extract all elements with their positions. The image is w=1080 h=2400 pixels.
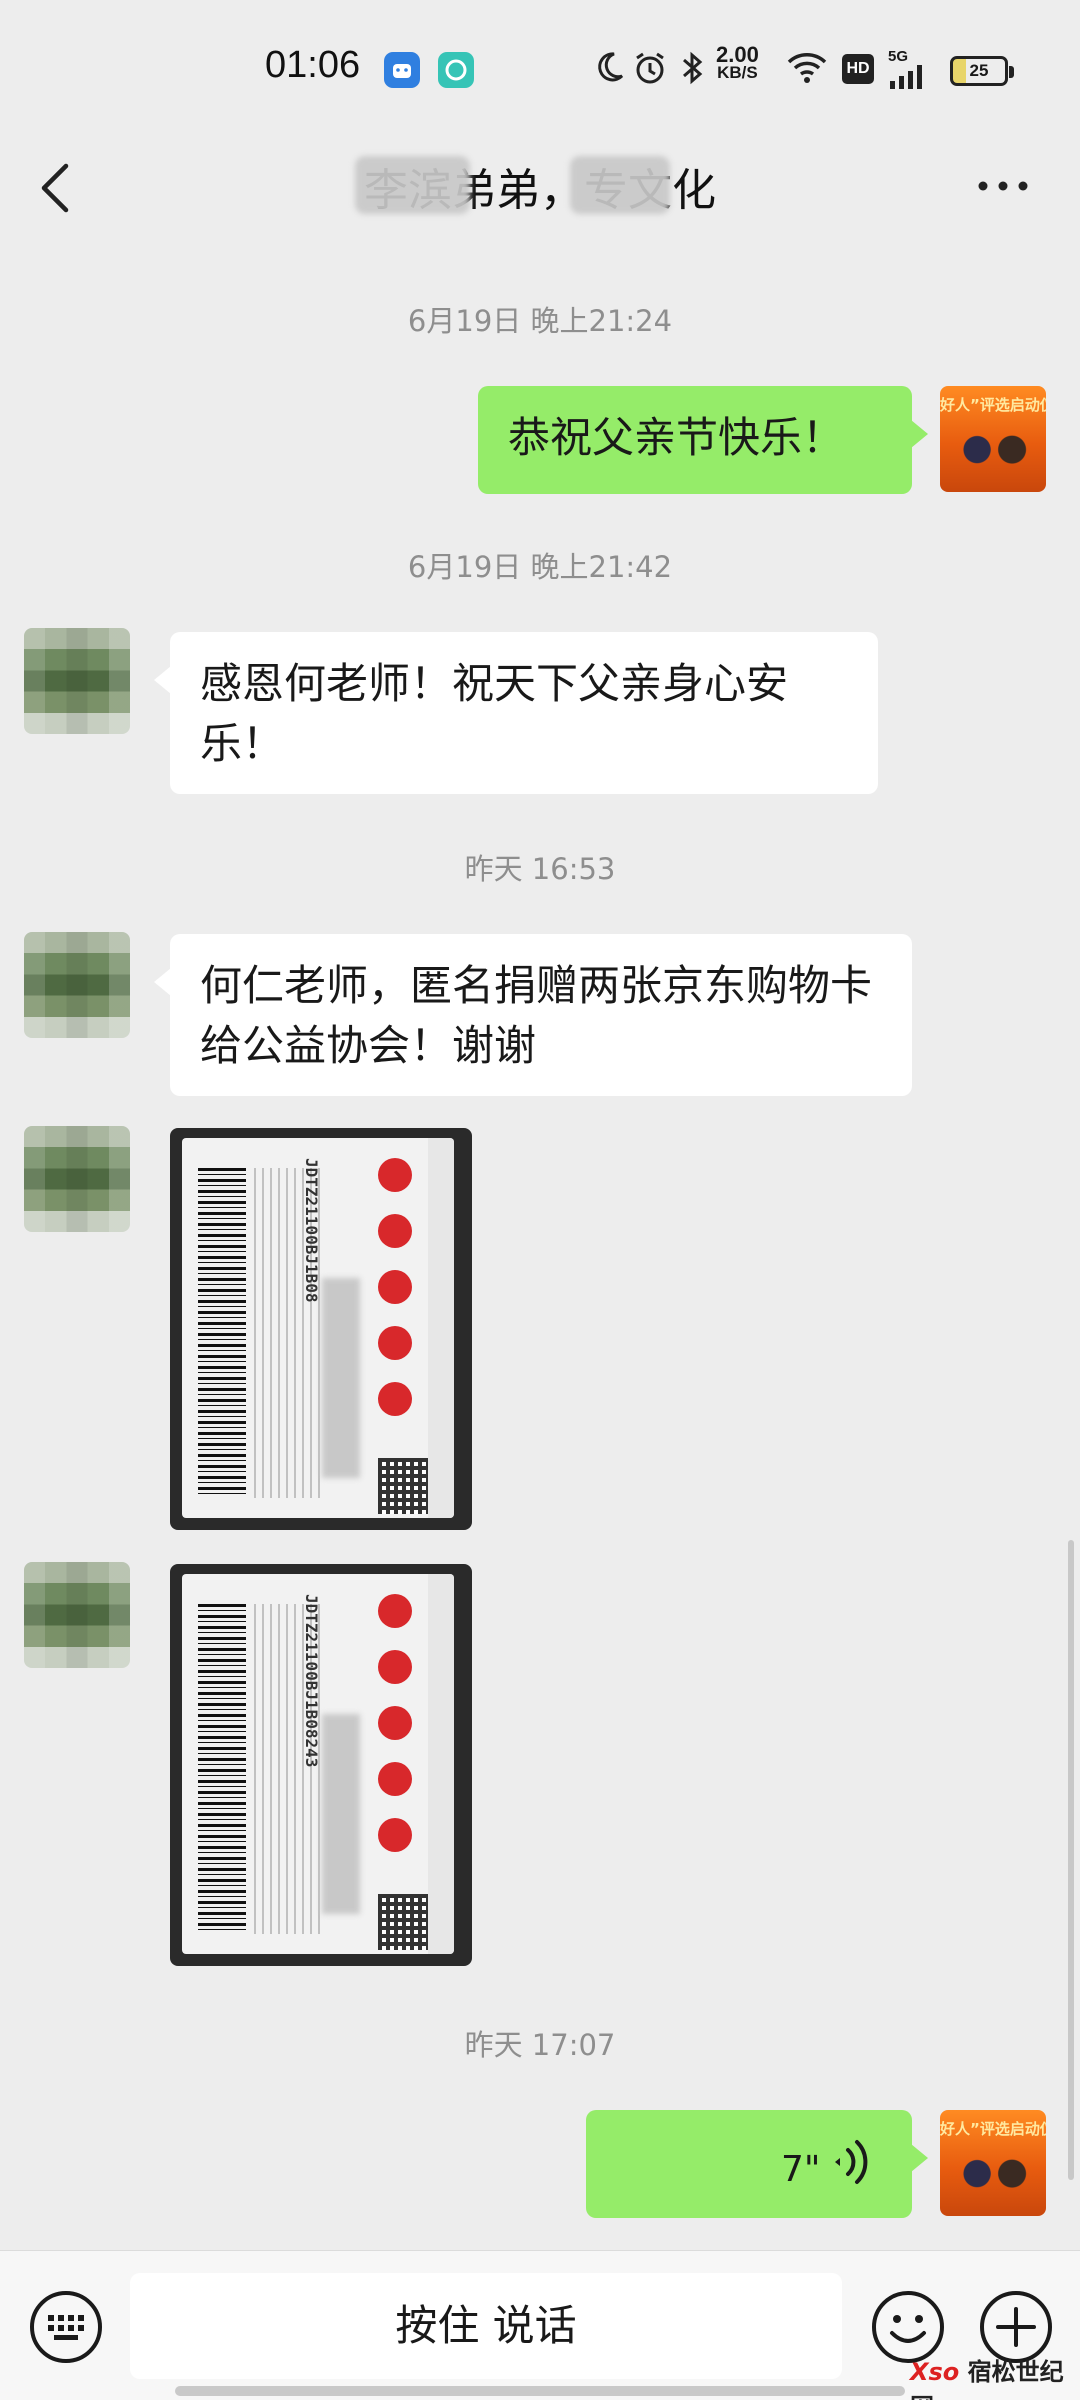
avatar-friend[interactable] xyxy=(24,1562,130,1668)
signal-icon: 5G xyxy=(888,48,928,93)
message-text: 何仁老师，匿名捐赠两张京东购物卡给公益协会！谢谢 xyxy=(200,961,873,1070)
image-message-gift-card[interactable]: JDTZ21100BJ1B08 xyxy=(170,1128,472,1530)
site-watermark: Xso 宿松世纪网 xyxy=(910,2352,1080,2400)
barcode xyxy=(198,1168,246,1498)
keyboard-icon xyxy=(30,2291,102,2363)
hold-to-talk-button[interactable]: 按住 说话 xyxy=(130,2273,842,2379)
chat-header: 李滨弟弟，专文化 xyxy=(0,140,1080,245)
more-dots-icon xyxy=(978,181,1028,191)
message-text: 感恩何老师！祝天下父亲身心安乐！ xyxy=(200,659,789,768)
card-number: JDTZ21100BJ1B08243 xyxy=(302,1594,321,1768)
battery-level: 25 xyxy=(969,61,989,80)
barcode xyxy=(198,1604,246,1934)
chat-title: 李滨弟弟，专文化 xyxy=(364,165,716,216)
avatar-friend[interactable] xyxy=(24,932,130,1038)
moon-icon xyxy=(592,50,626,88)
more-options-button[interactable] xyxy=(975,166,1031,206)
hd-icon: HD xyxy=(842,54,874,84)
alarm-icon xyxy=(632,50,668,90)
avatar-self[interactable]: 好人”评选启动仪 xyxy=(940,2110,1046,2216)
net-speed: 2.00 KB/S xyxy=(716,42,759,82)
card-number: JDTZ21100BJ1B08 xyxy=(302,1158,321,1303)
timestamp: 6月19日 晚上21:24 xyxy=(407,304,673,338)
gift-card-photo: JDTZ21100BJ1B08243 xyxy=(182,1574,454,1954)
avatar-friend[interactable] xyxy=(24,1126,130,1232)
voice-duration: 7" xyxy=(781,2149,821,2190)
redaction xyxy=(322,1714,360,1914)
net-speed-value: 2.00 xyxy=(716,42,759,67)
net-speed-unit: KB/S xyxy=(717,63,758,82)
qr-code xyxy=(378,1894,434,1950)
timestamp: 昨天 16:53 xyxy=(464,852,616,886)
avatar-self[interactable]: 好人”评选启动仪 xyxy=(940,386,1046,492)
image-message-gift-card[interactable]: JDTZ21100BJ1B08243 xyxy=(170,1564,472,1966)
title-redaction xyxy=(570,156,670,214)
message-text: 恭祝父亲节快乐！ xyxy=(508,413,845,462)
status-bar: 01:06 2.00 KB/S HD 5G 25 xyxy=(0,0,1080,140)
wifi-icon xyxy=(786,50,828,90)
message-bubble-outgoing[interactable]: 恭祝父亲节快乐！ xyxy=(478,386,928,494)
avatar-friend[interactable] xyxy=(24,628,130,734)
message-bubble-incoming[interactable]: 感恩何老师！祝天下父亲身心安乐！ xyxy=(154,632,878,794)
bluetooth-icon xyxy=(680,50,704,90)
watermark-logo: Xso xyxy=(910,2358,960,2386)
message-bubble-incoming[interactable]: 何仁老师，匿名捐赠两张京东购物卡给公益协会！谢谢 xyxy=(154,934,912,1096)
title-redaction xyxy=(355,156,470,214)
hd-label: HD xyxy=(846,60,870,77)
chat-app-icon xyxy=(438,52,474,88)
keyboard-toggle-button[interactable] xyxy=(28,2289,104,2365)
qr-code xyxy=(378,1458,434,1514)
battery-icon: 25 xyxy=(950,56,1014,86)
avatar-banner-text: 好人”评选启动仪 xyxy=(940,2120,1046,2138)
avatar-banner-text: 好人”评选启动仪 xyxy=(940,396,1046,414)
gift-card-photo: JDTZ21100BJ1B08 xyxy=(182,1138,454,1518)
redaction xyxy=(322,1278,360,1478)
voice-wave-icon xyxy=(829,2136,869,2204)
home-indicator[interactable] xyxy=(175,2386,905,2396)
status-time: 01:06 xyxy=(265,44,361,86)
voice-message-bubble[interactable]: 7" xyxy=(586,2110,928,2218)
scrollbar[interactable] xyxy=(1068,1540,1074,2180)
timestamp: 昨天 17:07 xyxy=(464,2028,616,2062)
network-label: 5G xyxy=(888,48,909,65)
notification-app-icon xyxy=(384,52,420,88)
timestamp: 6月19日 晚上21:42 xyxy=(407,550,673,584)
